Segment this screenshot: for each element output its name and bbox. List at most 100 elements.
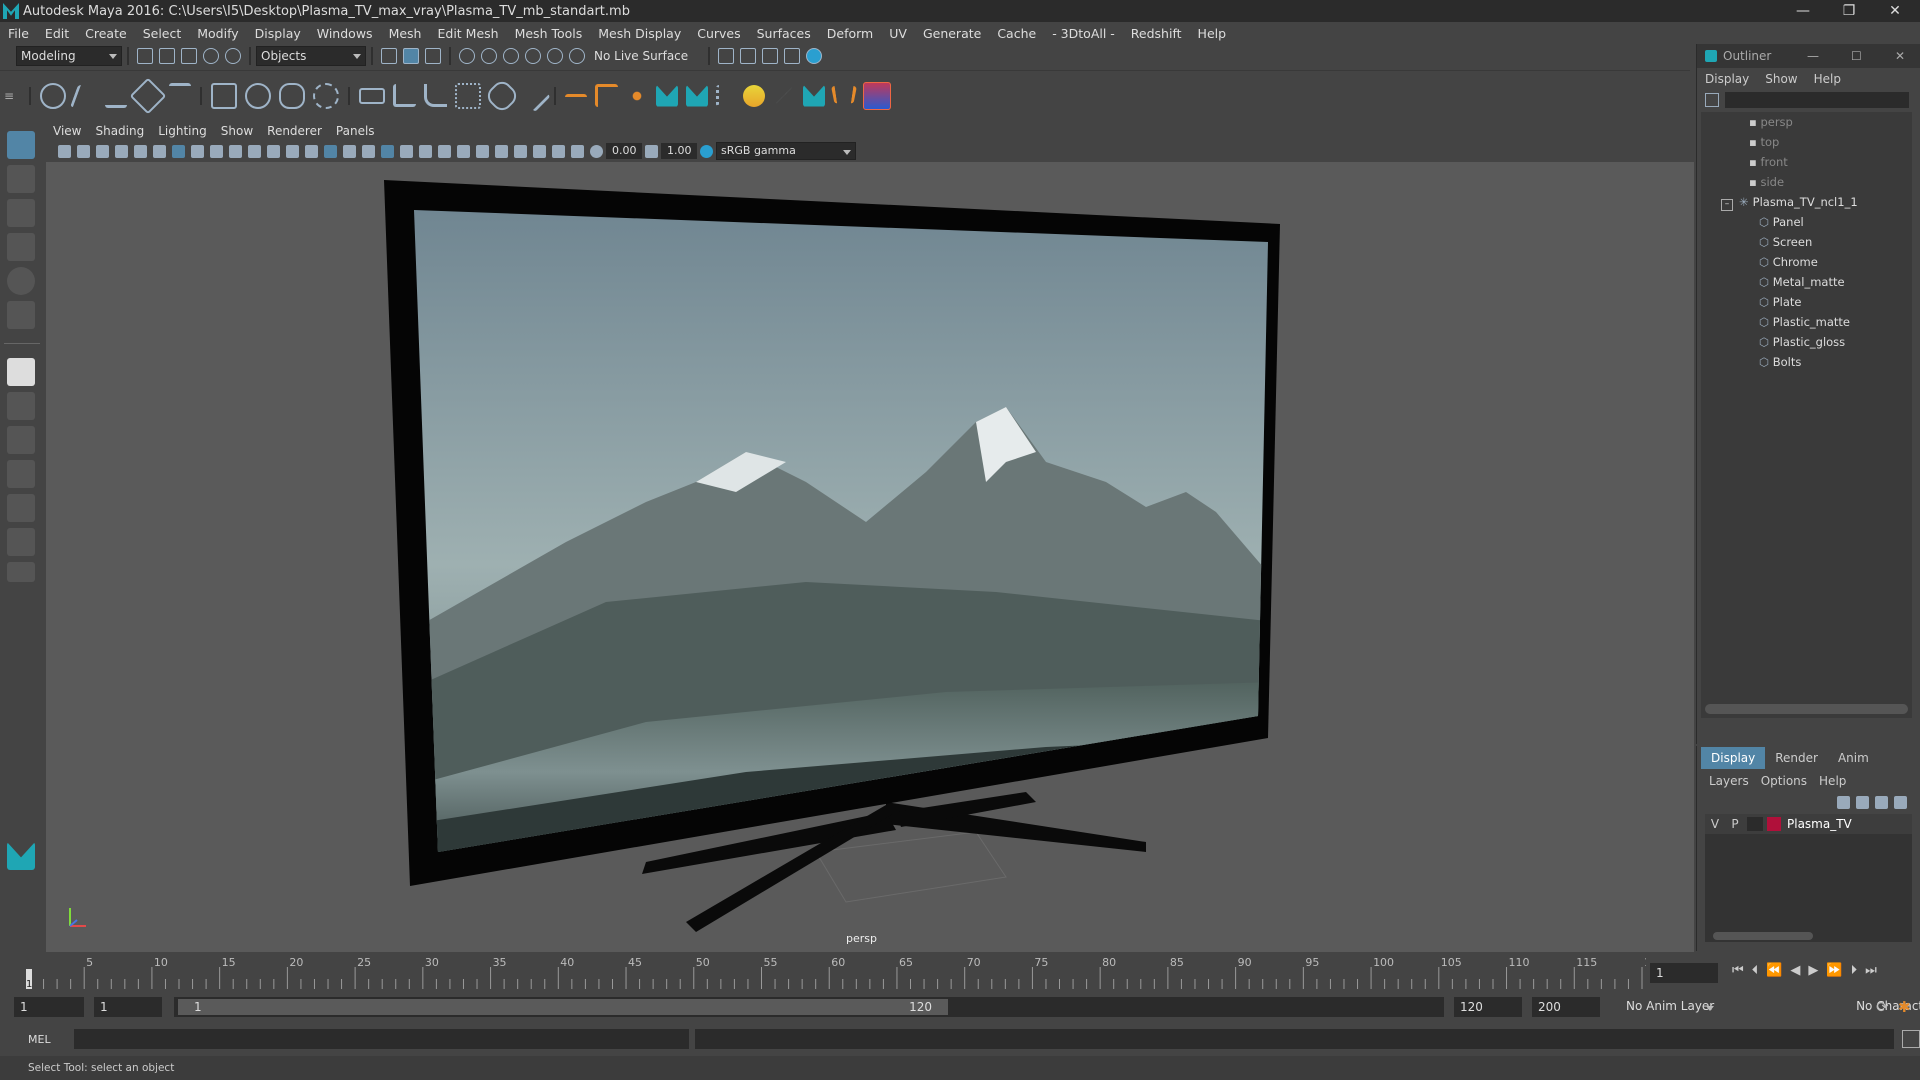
outliner-item-mesh[interactable]: ⬡ Panel <box>1701 212 1912 232</box>
menu-mesh-tools[interactable]: Mesh Tools <box>507 26 591 41</box>
default-material-icon[interactable] <box>343 144 356 158</box>
outliner-item-mesh[interactable]: ⬡ Screen <box>1701 232 1912 252</box>
view-transform-dropdown[interactable]: sRGB gamma <box>716 142 856 160</box>
scale-tool-icon[interactable] <box>7 301 35 329</box>
script-editor-icon[interactable] <box>1902 1030 1920 1048</box>
viewport-menu-show[interactable]: Show <box>214 124 260 138</box>
range-slider-track[interactable]: 1 120 <box>174 997 1444 1017</box>
shelf-paint-icon[interactable] <box>743 84 765 107</box>
step-forward-key-icon[interactable]: ⏩ <box>1826 963 1842 978</box>
perspective-viewport[interactable]: persp <box>46 162 1694 952</box>
xray-joints-icon[interactable] <box>552 144 565 158</box>
playback-start-field[interactable]: 1 <box>94 997 162 1017</box>
menu-help[interactable]: Help <box>1190 26 1235 41</box>
ipr-render-icon[interactable] <box>762 48 779 64</box>
paint-select-tool-icon[interactable] <box>7 199 35 227</box>
grease-pencil-icon[interactable] <box>153 144 166 158</box>
time-slider[interactable]: 5 10 15 20 25 30 35 40 45 50 55 60 65 70 75 80 85 90 95 100… <box>0 953 1920 993</box>
shelf-bridge-icon[interactable] <box>424 84 447 107</box>
selection-mask-dropdown[interactable]: Objects <box>256 46 366 66</box>
shelf-cube-icon[interactable] <box>211 82 237 109</box>
outliner-item-camera[interactable]: ▪ top <box>1701 132 1912 152</box>
exposure-icon[interactable] <box>590 144 603 158</box>
redo-icon[interactable] <box>225 48 241 64</box>
snap-surface-icon[interactable] <box>547 48 563 64</box>
shelf-maya-tool-2-icon[interactable] <box>686 84 708 107</box>
step-back-key-icon[interactable]: ⏪ <box>1766 963 1782 978</box>
select-hierarchy-icon[interactable] <box>381 48 397 64</box>
snap-point-icon[interactable] <box>503 48 519 64</box>
shelf-pivot-icon[interactable] <box>595 84 618 107</box>
layer-hscrollbar[interactable] <box>1713 932 1813 940</box>
motion-blur-icon[interactable] <box>457 144 470 158</box>
live-surface-label[interactable]: No Live Surface <box>594 49 688 63</box>
open-scene-icon[interactable] <box>159 48 175 64</box>
shelf-extrude-icon[interactable] <box>359 87 385 104</box>
save-scene-icon[interactable] <box>181 48 197 64</box>
layer-visibility-toggle[interactable]: V <box>1705 817 1725 831</box>
mode-dropdown[interactable]: Modeling <box>16 46 122 66</box>
wireframe-on-shaded-icon[interactable] <box>362 144 375 158</box>
shelf-menu-icon[interactable]: ≡ <box>4 89 24 103</box>
exposure-field[interactable]: 0.00 <box>606 143 642 159</box>
move-layer-up-icon[interactable] <box>1837 795 1850 809</box>
filter-icon[interactable] <box>1705 93 1719 107</box>
outliner-item-mesh[interactable]: ⬡ Plate <box>1701 292 1912 312</box>
outliner-minimize-icon[interactable]: — <box>1807 49 1819 63</box>
outliner-menu-show[interactable]: Show <box>1757 72 1805 86</box>
shelf-sphere-icon[interactable] <box>245 82 271 109</box>
layer-menu-layers[interactable]: Layers <box>1703 774 1755 788</box>
go-to-start-icon[interactable]: ⏮ <box>1732 963 1744 978</box>
snap-view-icon[interactable] <box>525 48 541 64</box>
shelf-axis-icon[interactable] <box>565 94 587 109</box>
menu-uv[interactable]: UV <box>881 26 915 41</box>
render-frame-icon[interactable] <box>718 48 735 64</box>
current-frame-field[interactable]: 1 <box>1650 963 1718 983</box>
time-ruler[interactable]: 5 10 15 20 25 30 35 40 45 50 55 60 65 70 75 80 85 90 95 100… <box>26 957 1646 989</box>
persp-uv-icon[interactable] <box>7 528 35 556</box>
playback-end-field[interactable]: 120 <box>1454 997 1522 1017</box>
menu-redshift[interactable]: Redshift <box>1123 26 1190 41</box>
field-chart-icon[interactable] <box>248 144 261 158</box>
outliner-maximize-icon[interactable]: ☐ <box>1851 49 1862 63</box>
persp-graph-icon[interactable] <box>7 460 35 488</box>
menu-surfaces[interactable]: Surfaces <box>749 26 819 41</box>
lasso-tool-icon[interactable] <box>7 165 35 193</box>
outliner-item-camera[interactable]: ▪ persp <box>1701 112 1912 132</box>
viewport-menu-panels[interactable]: Panels <box>329 124 382 138</box>
tab-display[interactable]: Display <box>1701 747 1766 769</box>
menu-3dtoall[interactable]: - 3DtoAll - <box>1044 26 1123 41</box>
outliner-item-mesh[interactable]: ⬡ Chrome <box>1701 252 1912 272</box>
menu-edit-mesh[interactable]: Edit Mesh <box>429 26 506 41</box>
new-layer-selected-icon[interactable] <box>1894 795 1907 809</box>
menu-windows[interactable]: Windows <box>309 26 381 41</box>
image-plane-icon[interactable] <box>115 144 128 158</box>
menu-mesh-display[interactable]: Mesh Display <box>590 26 689 41</box>
viewport-menu-shading[interactable]: Shading <box>88 124 151 138</box>
outliner-menu-help[interactable]: Help <box>1806 72 1849 86</box>
camera-attr-icon[interactable] <box>77 144 90 158</box>
shelf-v-icon[interactable] <box>830 85 858 103</box>
layer-menu-help[interactable]: Help <box>1813 774 1852 788</box>
menu-edit[interactable]: Edit <box>37 26 77 41</box>
safe-action-icon[interactable] <box>267 144 280 158</box>
isolate-select-icon[interactable] <box>514 144 527 158</box>
render-sequence-icon[interactable] <box>740 48 757 64</box>
layer-name[interactable]: Plasma_TV <box>1787 817 1852 831</box>
menu-mesh[interactable]: Mesh <box>381 26 430 41</box>
select-object-icon[interactable] <box>403 48 419 64</box>
depth-of-field-icon[interactable] <box>495 144 508 158</box>
hypershade-icon[interactable] <box>806 48 823 64</box>
use-lights-icon[interactable] <box>400 144 413 158</box>
layer-menu-options[interactable]: Options <box>1755 774 1813 788</box>
shelf-append-icon[interactable] <box>455 82 481 109</box>
layer-color-swatch[interactable] <box>1767 817 1781 831</box>
shelf-curve-icon[interactable] <box>69 84 102 107</box>
shelf-target-weld-icon[interactable] <box>517 78 551 113</box>
safe-title-icon[interactable] <box>286 144 299 158</box>
bookmark-icon[interactable] <box>96 144 109 158</box>
shelf-torus-icon[interactable] <box>313 82 339 109</box>
tab-render[interactable]: Render <box>1765 747 1828 769</box>
persp-outliner-icon[interactable] <box>7 426 35 454</box>
auto-key-icon[interactable]: ⟳ <box>1876 998 1889 1016</box>
